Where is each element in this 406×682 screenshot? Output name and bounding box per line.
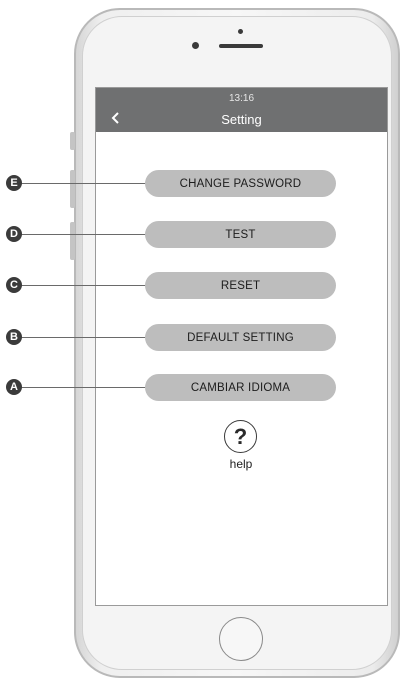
change-password-button[interactable]: CHANGE PASSWORD [145,170,336,197]
mute-switch [70,132,75,150]
callout-line-b [20,337,150,338]
volume-down-button [70,222,75,260]
help-symbol: ? [233,423,248,449]
earpiece-speaker [219,44,263,48]
callout-badge-b: B [6,329,22,345]
cambiar-idioma-button[interactable]: CAMBIAR IDIOMA [145,374,336,401]
callout-line-e [20,183,150,184]
callout-badge-a: A [6,379,22,395]
test-button[interactable]: TEST [145,221,336,248]
status-time: 13:16 [228,93,255,104]
callout-badge-c: C [6,277,22,293]
proximity-sensor [238,29,243,34]
callout-line-c [20,285,150,286]
volume-up-button [70,170,75,208]
callout-badge-d: D [6,226,22,242]
question-mark-icon[interactable]: ? [224,420,257,453]
app-header: 13:16 Setting [96,88,387,132]
callout-line-a [20,387,150,388]
callout-badge-e: E [6,175,22,191]
default-setting-button[interactable]: DEFAULT SETTING [145,324,336,351]
home-button[interactable] [219,617,263,661]
help-label[interactable]: help [215,457,267,471]
reset-button[interactable]: RESET [145,272,336,299]
callout-line-d [20,234,150,235]
front-camera [192,42,199,49]
page-title: Setting [221,112,262,127]
